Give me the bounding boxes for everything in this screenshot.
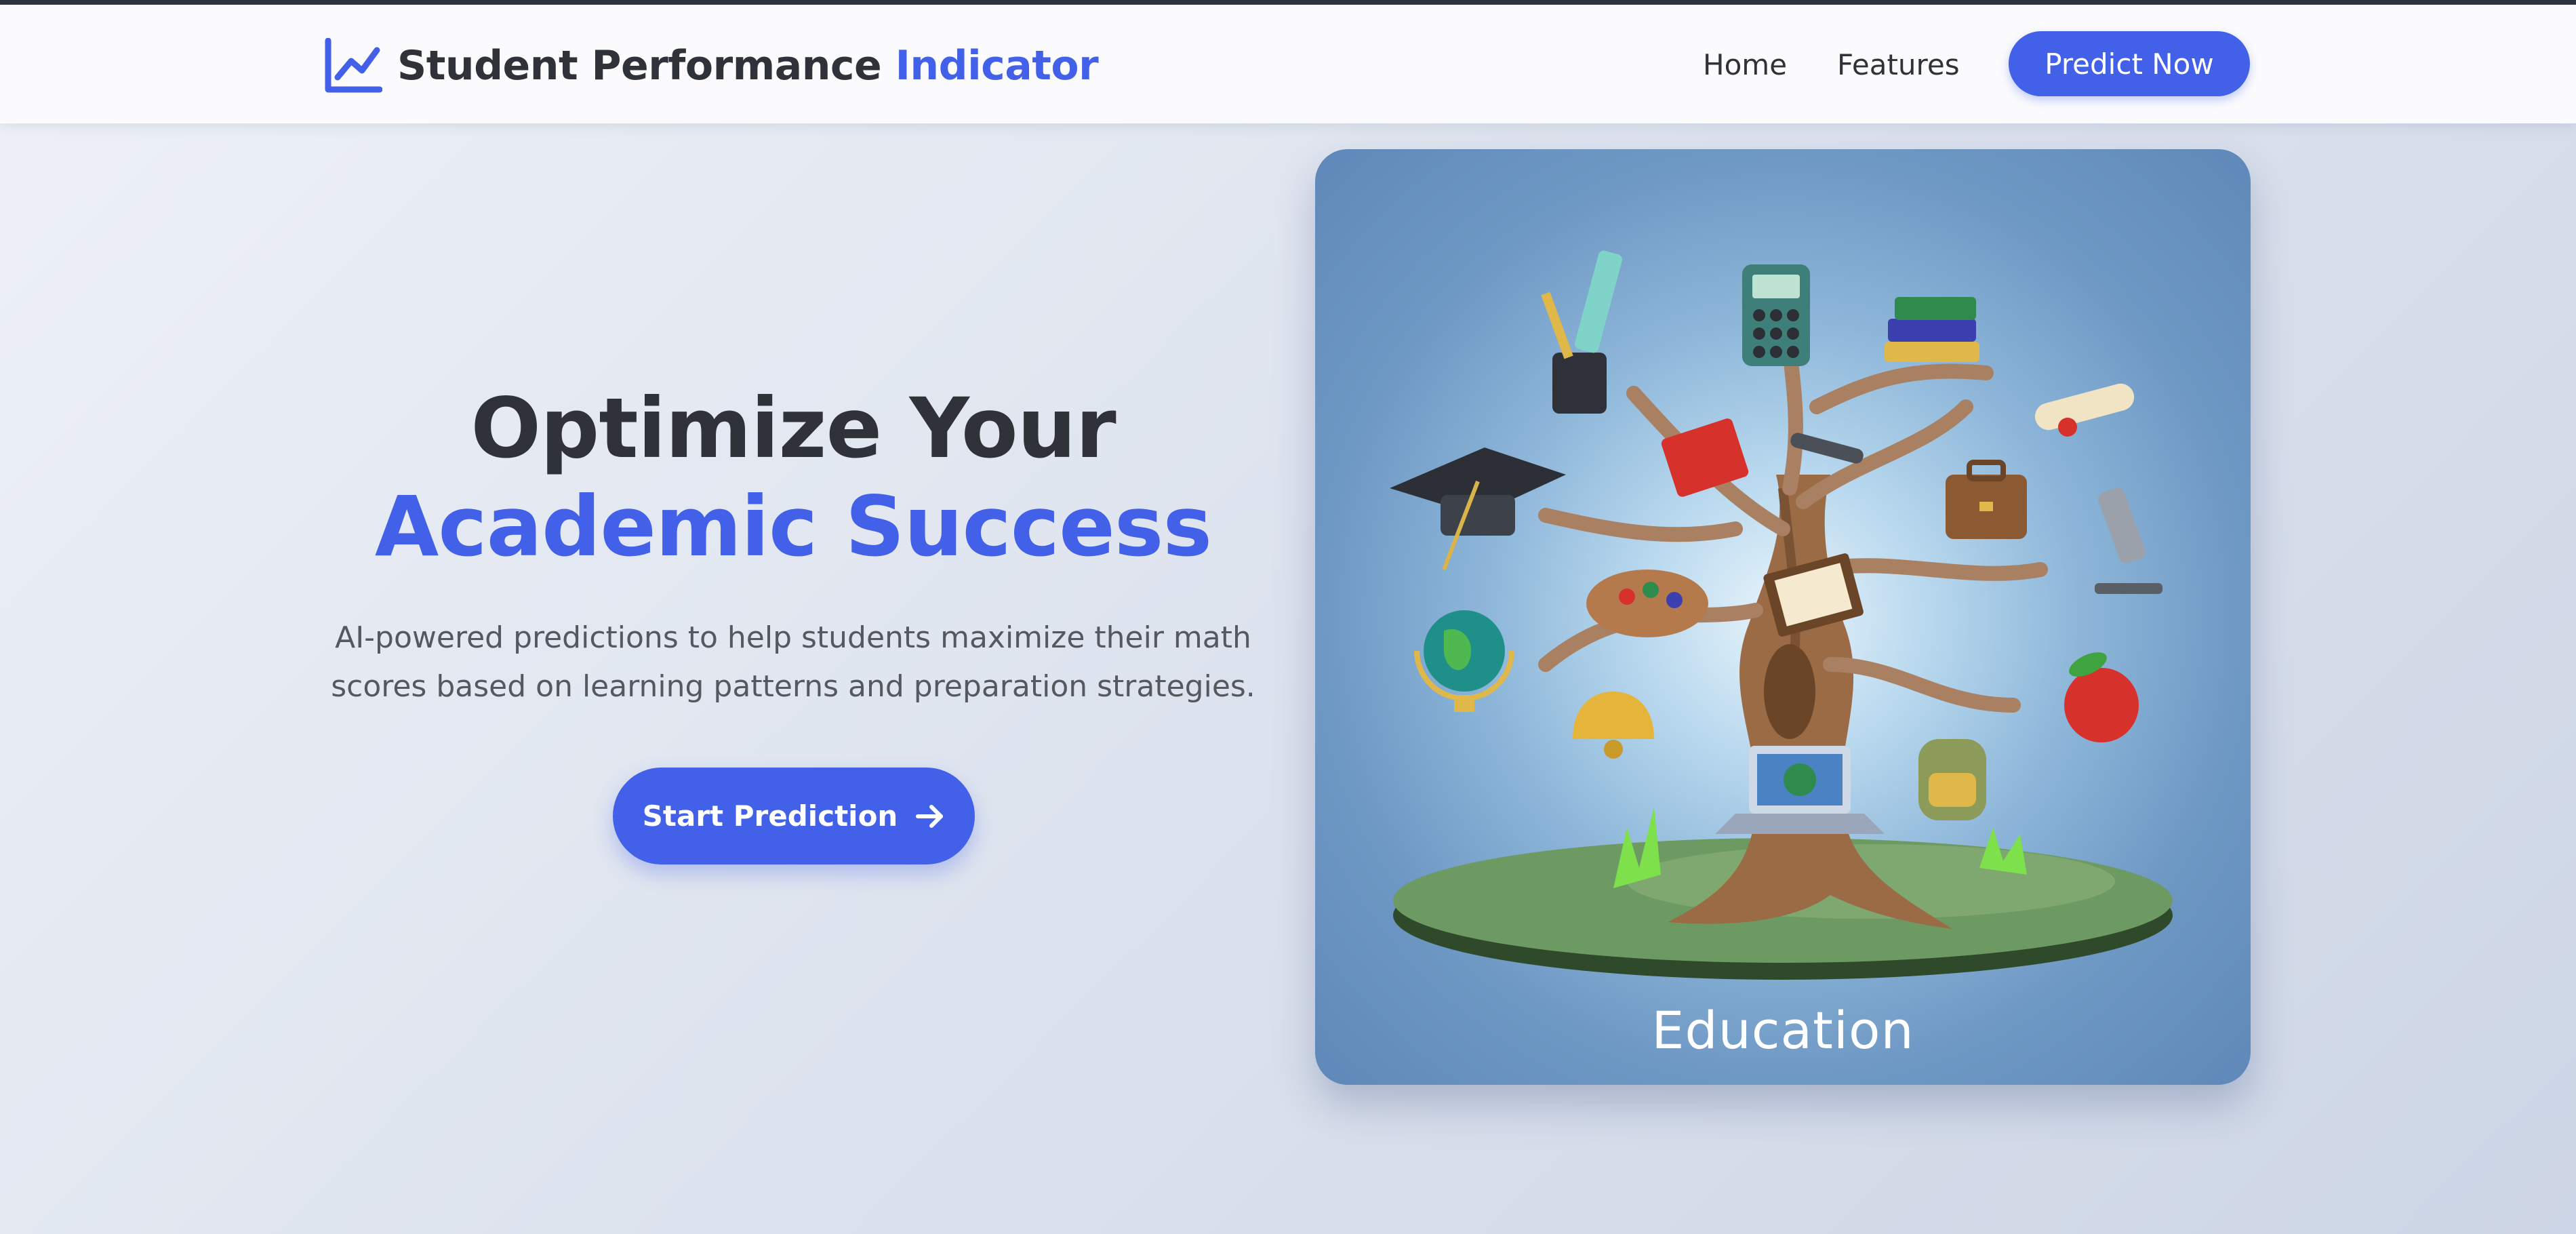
brand-logo[interactable]: Student Performance Indicator — [324, 37, 1099, 94]
chart-line-icon — [325, 38, 382, 93]
image-caption: Education — [1651, 1000, 1914, 1060]
start-prediction-button[interactable]: Start Prediction — [613, 768, 975, 864]
hero-description: AI-powered predictions to help students … — [331, 620, 1255, 704]
start-prediction-label: Start Prediction — [642, 799, 898, 833]
top-border — [0, 0, 2576, 5]
hero-title-line2: Academic Success — [374, 479, 1212, 575]
education-illustration-card: Education — [1315, 149, 2251, 1085]
arrow-right-icon — [916, 804, 944, 828]
nav-link-home[interactable]: Home — [1703, 48, 1787, 81]
brand-name: Student Performance Indicator — [397, 42, 1099, 89]
nav-link-features[interactable]: Features — [1837, 48, 1960, 81]
education-tree-illustration — [1390, 250, 2173, 980]
hero-title-line1: Optimize Your — [470, 380, 1116, 477]
brand-name-accent: Indicator — [895, 42, 1099, 89]
hero-title: Optimize Your Academic Success — [291, 380, 1295, 576]
predict-now-button[interactable]: Predict Now — [2009, 31, 2250, 96]
brand-name-main: Student Performance — [397, 42, 882, 89]
navbar: Student Performance Indicator Home Featu… — [0, 5, 2576, 123]
